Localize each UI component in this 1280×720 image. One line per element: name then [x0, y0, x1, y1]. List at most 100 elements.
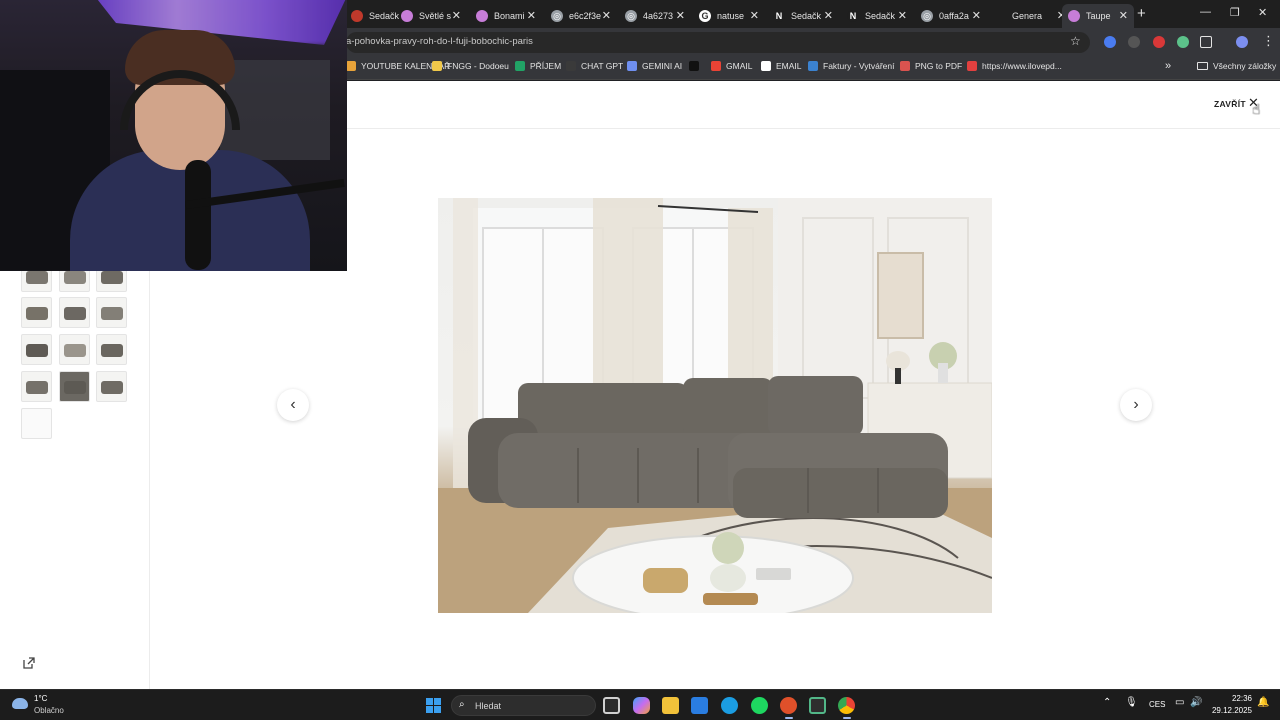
extension-icon[interactable] [1153, 36, 1165, 48]
chrome-icon[interactable] [838, 697, 855, 714]
bookmark-label: https://www.ilovepd... [982, 61, 1062, 71]
browser-tab[interactable]: N Sedačk ✕ [841, 4, 913, 28]
bookmarks-overflow-button[interactable]: » [1165, 60, 1171, 72]
browser-tab[interactable]: Bonami ✕ [470, 4, 542, 28]
clock-time[interactable]: 22:36 [1212, 694, 1252, 703]
weather-cloud-icon[interactable] [12, 698, 28, 709]
browser-tab[interactable]: Gnatuse ✕ [693, 4, 765, 28]
browser-tab[interactable]: Taupe ✕ [1062, 4, 1134, 28]
thumbnail-image [64, 381, 86, 394]
extension-icon[interactable] [1104, 36, 1116, 48]
tab-close-icon[interactable]: ✕ [1119, 9, 1128, 22]
browser-menu-icon[interactable]: ⋮ [1262, 33, 1275, 49]
bookmark-item[interactable]: GMAIL [711, 61, 752, 71]
gallery-thumbnail[interactable] [59, 297, 90, 328]
bonami-favicon-icon [1068, 10, 1080, 22]
tab-close-icon[interactable]: ✕ [972, 9, 981, 22]
tray-overflow-icon[interactable]: ⌃ [1103, 697, 1111, 708]
window-close-button[interactable]: ✕ [1258, 6, 1267, 19]
spotify-icon[interactable] [751, 697, 768, 714]
minimize-button[interactable]: — [1200, 6, 1211, 18]
bookmark-favicon-icon [967, 61, 977, 71]
gallery-thumbnail[interactable] [59, 371, 90, 402]
tab-label: e6c2f3e [569, 11, 602, 21]
streaming-app-icon[interactable] [780, 697, 797, 714]
bookmark-label: EMAIL [776, 61, 802, 71]
browser-tab[interactable]: N Sedačk ✕ [767, 4, 839, 28]
bookmark-item[interactable]: FNGG - Dodoeu [432, 61, 509, 71]
bookmark-item[interactable]: PNG to PDF [900, 61, 962, 71]
tab-close-icon[interactable]: ✕ [750, 9, 759, 22]
tab-close-icon[interactable]: ✕ [898, 9, 907, 22]
extensions-puzzle-icon[interactable] [1200, 36, 1212, 48]
bookmark-favicon-icon [761, 61, 771, 71]
chatgpt-favicon-icon: ◎ [625, 10, 637, 22]
taskbar-search[interactable]: ⌕ Hledat [451, 695, 596, 716]
active-app-indicator [843, 717, 851, 719]
tab-close-icon[interactable]: ✕ [824, 9, 833, 22]
bookmark-item[interactable]: GEMINI AI [627, 61, 682, 71]
tab-close-icon[interactable]: ✕ [452, 9, 461, 22]
bookmark-star-icon[interactable]: ☆ [1070, 34, 1081, 48]
network-icon[interactable]: ▭ [1175, 697, 1184, 708]
next-image-button[interactable]: › [1120, 389, 1152, 421]
extension-icon[interactable] [1128, 36, 1140, 48]
gallery-thumbnail[interactable] [21, 334, 52, 365]
gallery-thumbnail[interactable] [96, 334, 127, 365]
tab-close-icon[interactable]: ✕ [602, 9, 611, 22]
weather-description[interactable]: Oblačno [34, 706, 64, 715]
task-view-icon[interactable] [603, 697, 620, 714]
bookmark-item[interactable]: Faktury - Vytváření [808, 61, 894, 71]
extension-icon[interactable] [1177, 36, 1189, 48]
tab-close-icon[interactable]: ✕ [676, 9, 685, 22]
url-text: a-pohovka-pravy-roh-do-l-fuji-bobochic-p… [346, 36, 533, 47]
new-tab-button[interactable]: + [1137, 5, 1146, 22]
n-site-favicon-icon: N [847, 10, 859, 22]
bookmark-item[interactable]: PŘÍJEM [515, 61, 561, 71]
gallery-thumbnail[interactable] [21, 371, 52, 402]
thumbnail-image [101, 307, 123, 320]
close-label[interactable]: ZAVŘÍT [1214, 99, 1246, 109]
file-explorer-icon[interactable] [662, 697, 679, 714]
start-button[interactable] [426, 698, 441, 713]
gallery-thumbnail[interactable] [59, 334, 90, 365]
bookmark-favicon-icon [566, 61, 576, 71]
thumbnail-image [101, 381, 123, 394]
microphone-icon[interactable]: 🎙 [1125, 697, 1138, 708]
all-bookmarks-button[interactable]: Všechny záložky [1197, 61, 1276, 71]
bookmark-label: PNG to PDF [915, 61, 963, 71]
copilot-icon[interactable] [633, 697, 650, 714]
chatgpt-favicon-icon: ◎ [551, 10, 563, 22]
browser-tab[interactable]: ◎ e6c2f3e ✕ [545, 4, 617, 28]
gallery-thumbnail[interactable] [96, 297, 127, 328]
language-indicator[interactable]: CES [1149, 700, 1165, 709]
profile-avatar[interactable] [1236, 36, 1248, 48]
tab-close-icon[interactable]: ✕ [527, 9, 536, 22]
all-bookmarks-label: Všechny záložky [1213, 61, 1277, 71]
external-link-icon[interactable] [22, 656, 36, 670]
volume-icon[interactable]: 🔊 [1190, 697, 1202, 708]
edge-icon[interactable] [721, 697, 738, 714]
outlook-icon[interactable] [691, 697, 708, 714]
bookmark-item[interactable]: CHAT GPT [566, 61, 623, 71]
bookmark-item[interactable]: https://www.ilovepd... [967, 61, 1062, 71]
terminal-icon[interactable] [809, 697, 826, 714]
thumbnail-image [26, 381, 48, 394]
gallery-thumbnail[interactable] [96, 371, 127, 402]
clock-date[interactable]: 29.12.2025 [1207, 706, 1252, 715]
maximize-button[interactable]: ❐ [1230, 6, 1240, 19]
gallery-thumbnail-placeholder[interactable] [21, 408, 52, 439]
previous-image-button[interactable]: ‹ [277, 389, 309, 421]
browser-tab[interactable]: ◎ 4a6273 ✕ [619, 4, 691, 28]
bookmark-item[interactable]: EMAIL [761, 61, 802, 71]
weather-temperature[interactable]: 1°C [34, 694, 47, 703]
browser-tab[interactable]: ◎ 0affa2a ✕ [915, 4, 987, 28]
tab-label: Sedačk [791, 11, 822, 21]
browser-tab[interactable]: Světlé s ✕ [395, 4, 467, 28]
tab-label: 0affa2a [939, 11, 969, 21]
gallery-thumbnail[interactable] [21, 297, 52, 328]
search-icon: ⌕ [459, 699, 465, 710]
notification-icon[interactable]: 🔔 [1257, 697, 1269, 708]
bookmark-item[interactable] [689, 61, 704, 71]
omnibox[interactable]: a-pohovka-pravy-roh-do-l-fuji-bobochic-p… [346, 32, 1090, 53]
